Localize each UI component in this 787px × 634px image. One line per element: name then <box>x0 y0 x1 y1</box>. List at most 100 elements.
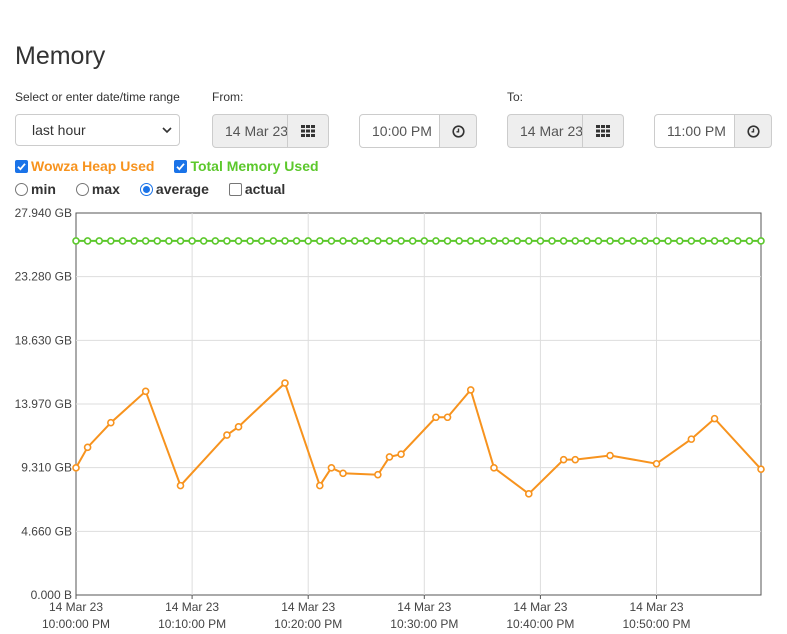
to-date-input[interactable]: 14 Mar 23 <box>507 114 583 148</box>
data-point-total-memory-used <box>466 237 475 245</box>
data-point-total-memory-used <box>490 237 498 245</box>
data-point-wowza-heap-used <box>490 464 498 472</box>
data-point-total-memory-used <box>687 237 696 245</box>
range-select-value: last hour <box>32 122 86 138</box>
data-point-total-memory-used <box>374 237 382 245</box>
data-point-total-memory-used <box>165 237 173 245</box>
data-point-total-memory-used <box>629 237 638 245</box>
y-tick-label: 13.970 GB <box>15 397 72 411</box>
checkbox-unchecked-icon[interactable] <box>228 182 242 196</box>
checkbox-checked-icon[interactable] <box>15 159 28 173</box>
data-point-wowza-heap-used <box>466 386 475 394</box>
data-point-wowza-heap-used <box>397 450 405 458</box>
toggle-total-memory-used[interactable]: Total Memory Used <box>174 158 319 174</box>
data-point-total-memory-used <box>316 237 324 245</box>
x-tick-label-time: 10:50:00 PM <box>622 617 690 631</box>
data-point-total-memory-used <box>455 237 463 245</box>
data-point-total-memory-used <box>664 237 672 245</box>
data-point-total-memory-used <box>432 237 440 245</box>
data-point-wowza-heap-used <box>374 470 382 479</box>
x-tick-label-date: 14 Mar 23 <box>629 600 683 614</box>
radio-average-label: average <box>155 181 209 197</box>
from-date-input[interactable]: 14 Mar 23 <box>212 114 288 148</box>
checkbox-checked-icon[interactable] <box>174 159 188 173</box>
data-point-total-memory-used <box>606 237 614 245</box>
data-point-wowza-heap-used <box>83 443 92 452</box>
calendar-grid-icon <box>596 125 610 137</box>
y-tick-label: 4.660 GB <box>21 524 72 538</box>
data-point-total-memory-used <box>339 237 347 245</box>
data-point-total-memory-used <box>350 237 359 245</box>
to-time-picker-button[interactable] <box>735 114 772 148</box>
data-point-total-memory-used <box>292 237 301 245</box>
data-point-wowza-heap-used <box>281 379 289 387</box>
data-point-total-memory-used <box>699 237 707 245</box>
radio-max-label: max <box>91 181 120 197</box>
chevron-down-icon <box>162 127 172 134</box>
data-point-total-memory-used <box>524 237 533 245</box>
from-date-picker-button[interactable] <box>288 114 329 148</box>
series-toggles: Wowza Heap Used Total Memory Used <box>15 158 339 174</box>
page-title: Memory <box>15 42 106 70</box>
y-tick-label: 9.310 GB <box>21 461 72 475</box>
data-point-total-memory-used <box>513 237 521 245</box>
data-point-wowza-heap-used <box>652 459 661 468</box>
data-point-total-memory-used <box>327 237 336 245</box>
data-point-total-memory-used <box>536 237 545 245</box>
data-point-total-memory-used <box>745 237 754 245</box>
data-point-total-memory-used <box>153 237 162 245</box>
from-date-group: 14 Mar 23 <box>212 114 329 148</box>
data-point-total-memory-used <box>385 237 394 245</box>
x-tick-label-date: 14 Mar 23 <box>49 600 103 614</box>
radio-icon[interactable] <box>15 182 28 196</box>
data-point-total-memory-used <box>176 237 185 245</box>
from-time-picker-button[interactable] <box>440 114 477 148</box>
actual-label: actual <box>244 181 286 197</box>
data-point-total-memory-used <box>107 237 115 245</box>
radio-average[interactable]: average <box>139 181 209 197</box>
to-date-picker-button[interactable] <box>583 114 624 148</box>
radio-max[interactable]: max <box>75 181 120 197</box>
data-point-wowza-heap-used <box>316 481 324 490</box>
radio-icon[interactable] <box>75 182 89 196</box>
data-point-total-memory-used <box>571 237 580 245</box>
data-point-total-memory-used <box>548 237 556 245</box>
data-point-total-memory-used <box>397 237 405 245</box>
total-memory-used-label: Total Memory Used <box>190 158 319 174</box>
data-point-total-memory-used <box>304 237 313 245</box>
data-point-total-memory-used <box>83 237 92 245</box>
data-point-total-memory-used <box>641 237 649 245</box>
x-tick-label-time: 10:30:00 PM <box>390 617 458 631</box>
data-point-total-memory-used <box>72 237 80 245</box>
y-tick-label: 18.630 GB <box>15 333 72 347</box>
toggle-wowza-heap-used[interactable]: Wowza Heap Used <box>15 158 154 174</box>
data-point-total-memory-used <box>652 237 661 245</box>
radio-min-label: min <box>31 181 56 197</box>
data-point-total-memory-used <box>722 237 730 245</box>
data-point-wowza-heap-used <box>524 490 533 498</box>
x-tick-label-date: 14 Mar 23 <box>281 600 335 614</box>
radio-min[interactable]: min <box>15 181 56 197</box>
data-point-total-memory-used <box>362 237 371 245</box>
data-point-total-memory-used <box>188 237 196 245</box>
data-point-total-memory-used <box>617 237 626 245</box>
data-point-total-memory-used <box>141 237 150 245</box>
to-label: To: <box>507 90 524 104</box>
data-point-wowza-heap-used <box>327 464 336 472</box>
radio-selected-icon[interactable] <box>139 182 153 196</box>
clock-icon <box>451 124 465 138</box>
data-point-total-memory-used <box>118 237 127 245</box>
to-time-input[interactable]: 11:00 PM <box>654 114 735 148</box>
data-point-wowza-heap-used <box>176 481 185 490</box>
data-point-wowza-heap-used <box>687 435 696 443</box>
data-point-total-memory-used <box>257 237 266 245</box>
range-select[interactable]: last hour <box>15 114 180 146</box>
from-time-input[interactable]: 10:00 PM <box>359 114 440 148</box>
from-time-group: 10:00 PM <box>359 114 477 148</box>
data-point-wowza-heap-used <box>443 413 452 422</box>
toggle-actual[interactable]: actual <box>228 181 286 197</box>
data-point-total-memory-used <box>583 237 591 245</box>
data-point-wowza-heap-used <box>385 453 394 461</box>
data-point-total-memory-used <box>757 237 765 245</box>
data-point-wowza-heap-used <box>606 451 614 460</box>
